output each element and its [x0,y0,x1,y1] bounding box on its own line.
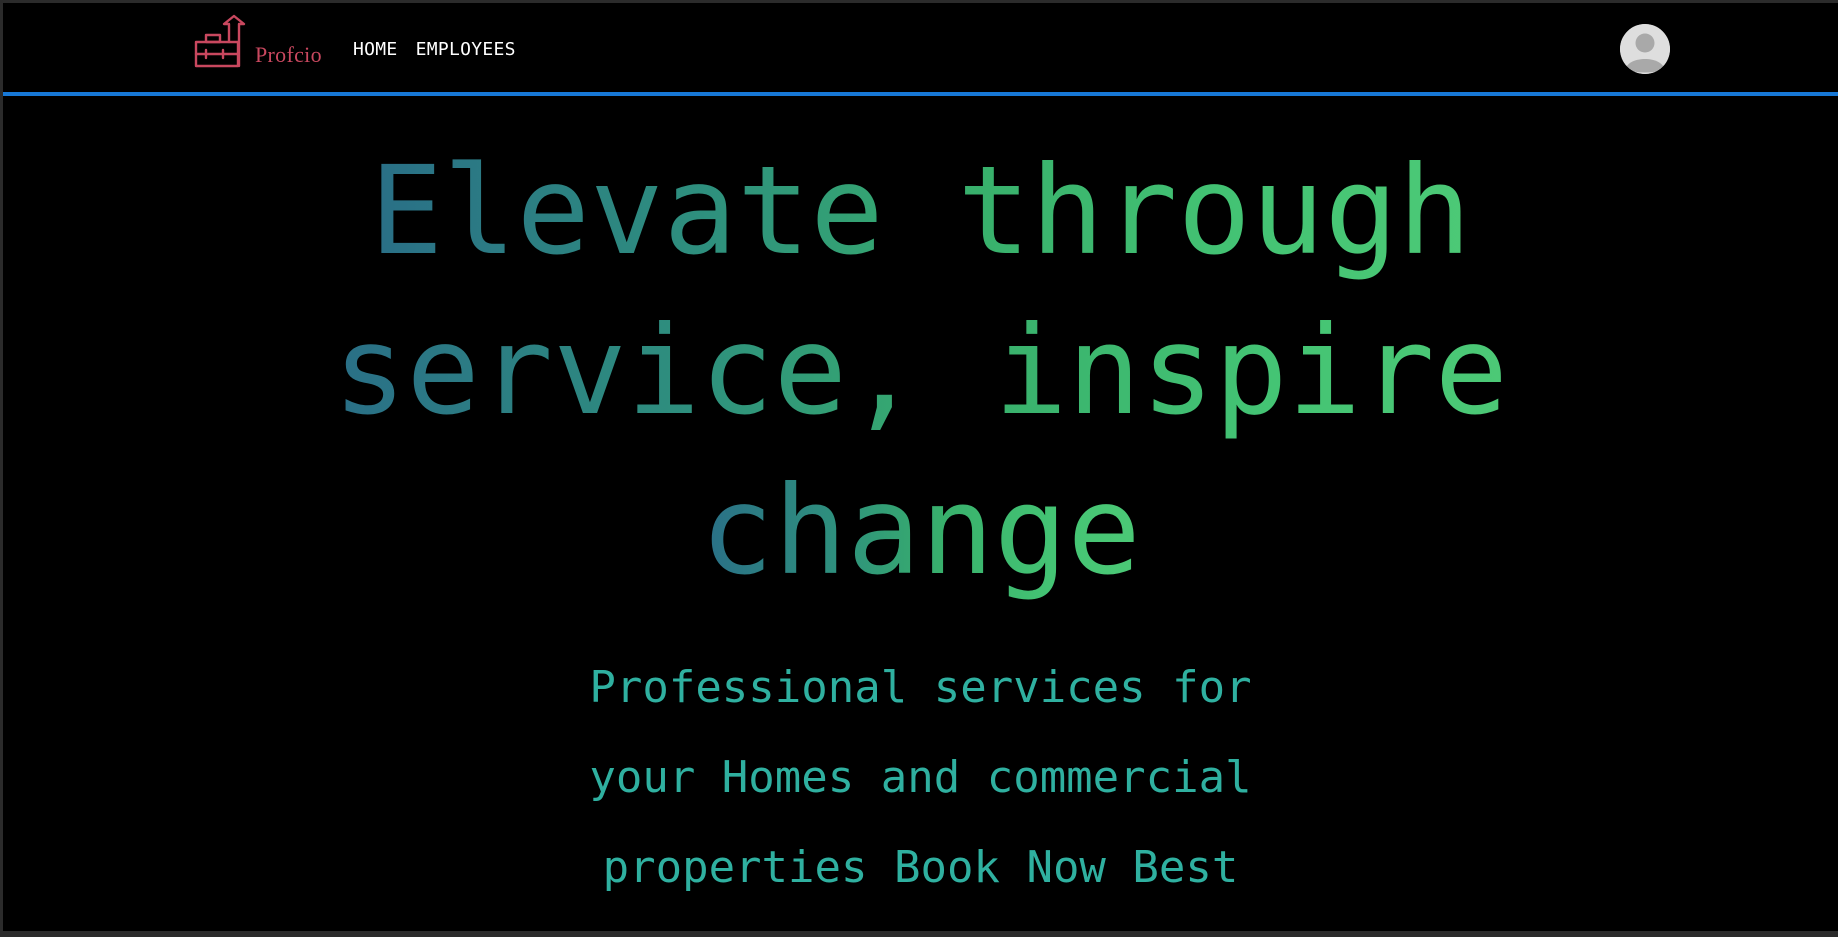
hero-title-line: service, inspire [333,291,1508,451]
brand-name: Profcio [255,42,322,67]
user-avatar-button[interactable] [1620,24,1670,74]
nav-link-employees[interactable]: EMPLOYEES [416,39,516,60]
hero-subtitle-line: Professional services for [589,662,1252,713]
hero-title-line: change [700,451,1141,611]
hero-subtitle-line: your Homes and commercial [589,752,1252,803]
nav-link-home[interactable]: HOME [353,39,398,60]
user-avatar-icon [1620,24,1670,74]
hero-title: Elevate through service, inspire change [3,131,1838,611]
hero-subtitle-line: properties Book Now Best [602,842,1239,893]
navbar: Profcio HOME EMPLOYEES [3,3,1838,96]
brand-logo[interactable]: Profcio [193,14,322,70]
hero-title-line: Elevate through [370,131,1472,291]
hero-subtitle: Professional services for your Homes and… [3,643,1838,913]
main-nav: HOME EMPLOYEES [353,39,516,60]
toolbox-arrow-icon [194,14,246,68]
navbar-divider [3,92,1838,96]
page-frame: Profcio HOME EMPLOYEES Elevate through s… [3,3,1838,931]
